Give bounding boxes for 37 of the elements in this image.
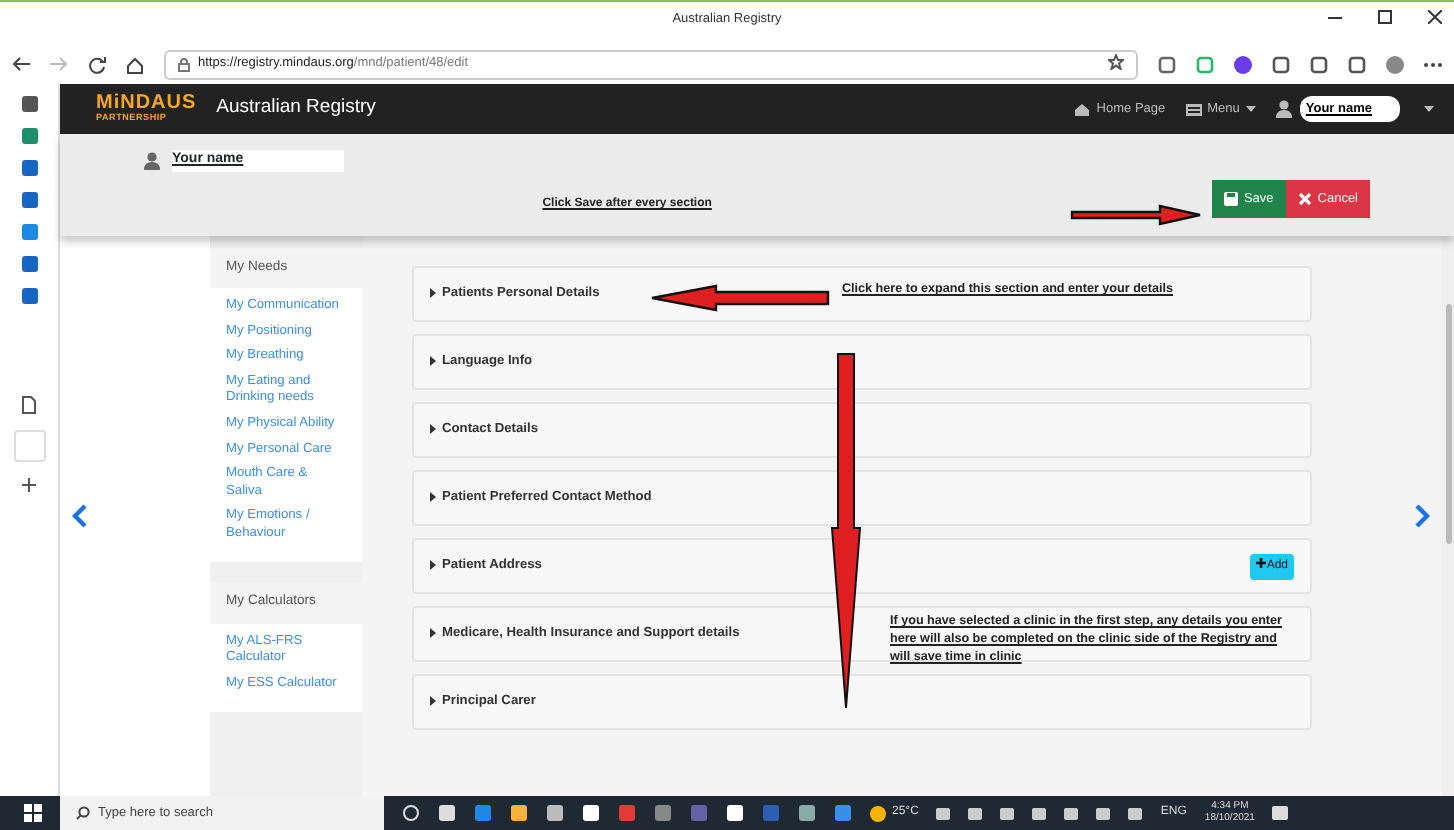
- caret-icon: [1245, 106, 1256, 112]
- chevron-right-icon[interactable]: [1414, 504, 1430, 528]
- close-button[interactable]: [1428, 10, 1442, 24]
- avatar-icon[interactable]: [1386, 55, 1404, 73]
- search-icon: [76, 806, 90, 820]
- caret-icon: [430, 628, 436, 639]
- chevron-left-icon[interactable]: [72, 504, 88, 528]
- more-icon[interactable]: [1424, 61, 1442, 67]
- caret-icon: [430, 492, 436, 503]
- caret-icon: [430, 356, 436, 367]
- blank-tile[interactable]: [13, 430, 45, 462]
- caret-icon[interactable]: [1424, 106, 1434, 112]
- caret-icon: [430, 560, 436, 571]
- home-icon[interactable]: [126, 55, 144, 73]
- app-title: Australian Registry: [216, 94, 376, 123]
- tab-icon[interactable]: [21, 96, 37, 112]
- home-icon: [1074, 101, 1091, 117]
- scrollbar-thumb[interactable]: [1445, 304, 1451, 544]
- add-icon[interactable]: [22, 478, 36, 492]
- user-icon: [144, 151, 160, 170]
- windows-icon[interactable]: [24, 804, 42, 822]
- refresh-icon[interactable]: [88, 55, 106, 73]
- sun-icon: [870, 805, 886, 821]
- user-icon: [1275, 100, 1292, 118]
- arrow: [1070, 204, 1202, 226]
- menu-icon: [1185, 101, 1202, 117]
- caret-icon: [430, 424, 436, 435]
- lock-icon: [178, 57, 190, 71]
- page-icon[interactable]: [22, 396, 36, 414]
- close-icon: [1297, 191, 1312, 206]
- maximize-button[interactable]: [1378, 10, 1392, 24]
- plus-icon: [1256, 558, 1267, 569]
- back-icon[interactable]: [12, 56, 30, 72]
- caret-icon: [430, 696, 436, 707]
- profile-badge-icon[interactable]: [1234, 55, 1252, 73]
- floppy-icon: [1223, 191, 1238, 206]
- caret-icon: [430, 288, 436, 299]
